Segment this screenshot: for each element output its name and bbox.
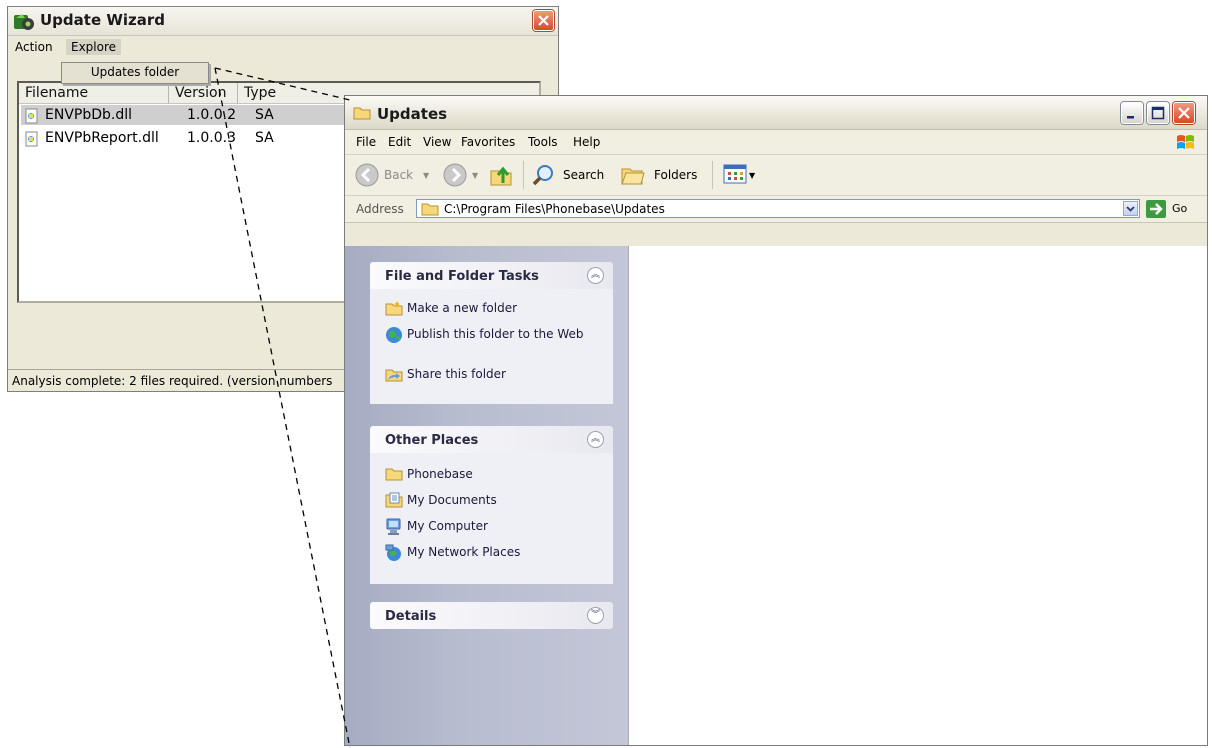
file-view-area[interactable]	[628, 246, 1207, 745]
menu-view[interactable]: View	[423, 135, 451, 149]
wizard-title: Update Wizard	[40, 11, 166, 29]
task-pane: File and Folder Tasks ︽ Make a new folde…	[345, 246, 628, 745]
close-icon	[1178, 107, 1190, 119]
search-button[interactable]: Search	[531, 163, 613, 187]
address-value: C:\Program Files\Phonebase\Updates	[444, 202, 665, 216]
details-header[interactable]: Details ︾	[370, 602, 613, 629]
globe-icon	[385, 326, 403, 347]
minimize-icon	[1127, 116, 1134, 119]
other-places-panel: Other Places ︽ Phonebase My Documents My…	[370, 426, 613, 584]
address-label: Address	[356, 202, 404, 216]
details-panel: Details ︾	[370, 602, 613, 629]
wizard-close-button[interactable]	[533, 10, 554, 31]
chevron-down-icon: ▼	[749, 171, 756, 180]
chevron-down-icon: ▼	[472, 171, 479, 180]
my-documents-icon	[385, 492, 403, 511]
explorer-window: Updates File Edit View Favorites Tools H…	[344, 95, 1208, 746]
menu-explore[interactable]: Explore	[66, 39, 122, 55]
new-folder-icon	[385, 300, 403, 319]
views-icon	[723, 164, 747, 184]
dll-file-icon	[24, 108, 40, 127]
views-button[interactable]: ▼	[723, 163, 763, 187]
collapse-chevron-icon[interactable]: ︽	[587, 431, 604, 448]
filename-cell: ENVPbDb.dll	[45, 107, 133, 123]
forward-button[interactable]: ▼	[443, 163, 483, 187]
maximize-button[interactable]	[1147, 102, 1169, 124]
address-dropdown-button[interactable]	[1123, 201, 1138, 216]
go-button[interactable]	[1146, 200, 1166, 218]
column-header-version[interactable]: Version	[169, 83, 238, 103]
explorer-title-bar[interactable]: Updates	[345, 96, 1207, 130]
minimize-button[interactable]	[1121, 102, 1143, 124]
back-button[interactable]: Back ▼	[355, 163, 435, 187]
explorer-close-button[interactable]	[1173, 102, 1195, 124]
forward-arrow-icon	[443, 163, 467, 187]
up-folder-icon	[490, 166, 512, 186]
chevron-down-icon	[1126, 206, 1135, 212]
explorer-menu-bar: File Edit View Favorites Tools Help	[345, 130, 1207, 155]
address-input[interactable]: C:\Program Files\Phonebase\Updates	[416, 199, 1140, 218]
version-cell: 1.0.0.2	[187, 107, 236, 123]
explorer-title: Updates	[377, 105, 448, 123]
folders-button[interactable]: Folders	[620, 163, 705, 187]
folder-icon	[385, 466, 403, 484]
explorer-body: File and Folder Tasks ︽ Make a new folde…	[345, 246, 1207, 745]
go-label[interactable]: Go	[1172, 202, 1187, 215]
menu-help[interactable]: Help	[573, 135, 600, 149]
other-places-header[interactable]: Other Places ︽	[370, 426, 613, 453]
filename-cell: ENVPbReport.dll	[45, 130, 159, 146]
file-folder-tasks-header[interactable]: File and Folder Tasks ︽	[370, 262, 613, 289]
search-icon	[532, 165, 553, 186]
type-cell: SA	[255, 107, 274, 123]
up-folder-button[interactable]	[489, 163, 517, 187]
updates-folder-menu-item[interactable]: Updates folder	[61, 62, 209, 84]
explorer-toolbar: Back ▼ ▼ Search Folders ▼	[345, 155, 1207, 196]
my-computer-icon	[385, 518, 403, 539]
type-cell: SA	[255, 130, 274, 146]
close-icon	[538, 15, 549, 26]
wizard-menu-bar: Action Explore	[8, 36, 558, 58]
version-cell: 1.0.0.3	[187, 130, 236, 146]
column-header-filename[interactable]: Filename	[19, 83, 169, 103]
share-folder-icon	[385, 366, 403, 385]
wizard-app-icon	[13, 12, 35, 35]
maximize-icon	[1151, 106, 1165, 120]
column-header-type[interactable]: Type	[238, 83, 358, 103]
folders-icon	[621, 168, 645, 185]
expand-chevron-icon[interactable]: ︾	[587, 607, 604, 624]
toolbar-separator	[523, 161, 524, 189]
menu-action[interactable]: Action	[10, 39, 58, 55]
windows-logo-icon	[1175, 133, 1197, 154]
menu-favorites[interactable]: Favorites	[461, 135, 515, 149]
toolbar-separator	[712, 161, 713, 189]
address-bar: Address C:\Program Files\Phonebase\Updat…	[345, 196, 1207, 223]
back-arrow-icon	[355, 163, 379, 187]
file-folder-tasks-panel: File and Folder Tasks ︽ Make a new folde…	[370, 262, 613, 404]
go-arrow-icon	[1150, 203, 1163, 215]
folder-icon	[353, 105, 371, 123]
menu-edit[interactable]: Edit	[388, 135, 411, 149]
menu-tools[interactable]: Tools	[528, 135, 558, 149]
chevron-down-icon: ▼	[423, 171, 430, 180]
folder-icon	[421, 201, 439, 219]
dll-file-icon	[24, 131, 40, 150]
menu-file[interactable]: File	[356, 135, 376, 149]
network-places-icon	[385, 544, 403, 565]
collapse-chevron-icon[interactable]: ︽	[587, 267, 604, 284]
wizard-title-bar[interactable]: Update Wizard	[8, 7, 558, 36]
